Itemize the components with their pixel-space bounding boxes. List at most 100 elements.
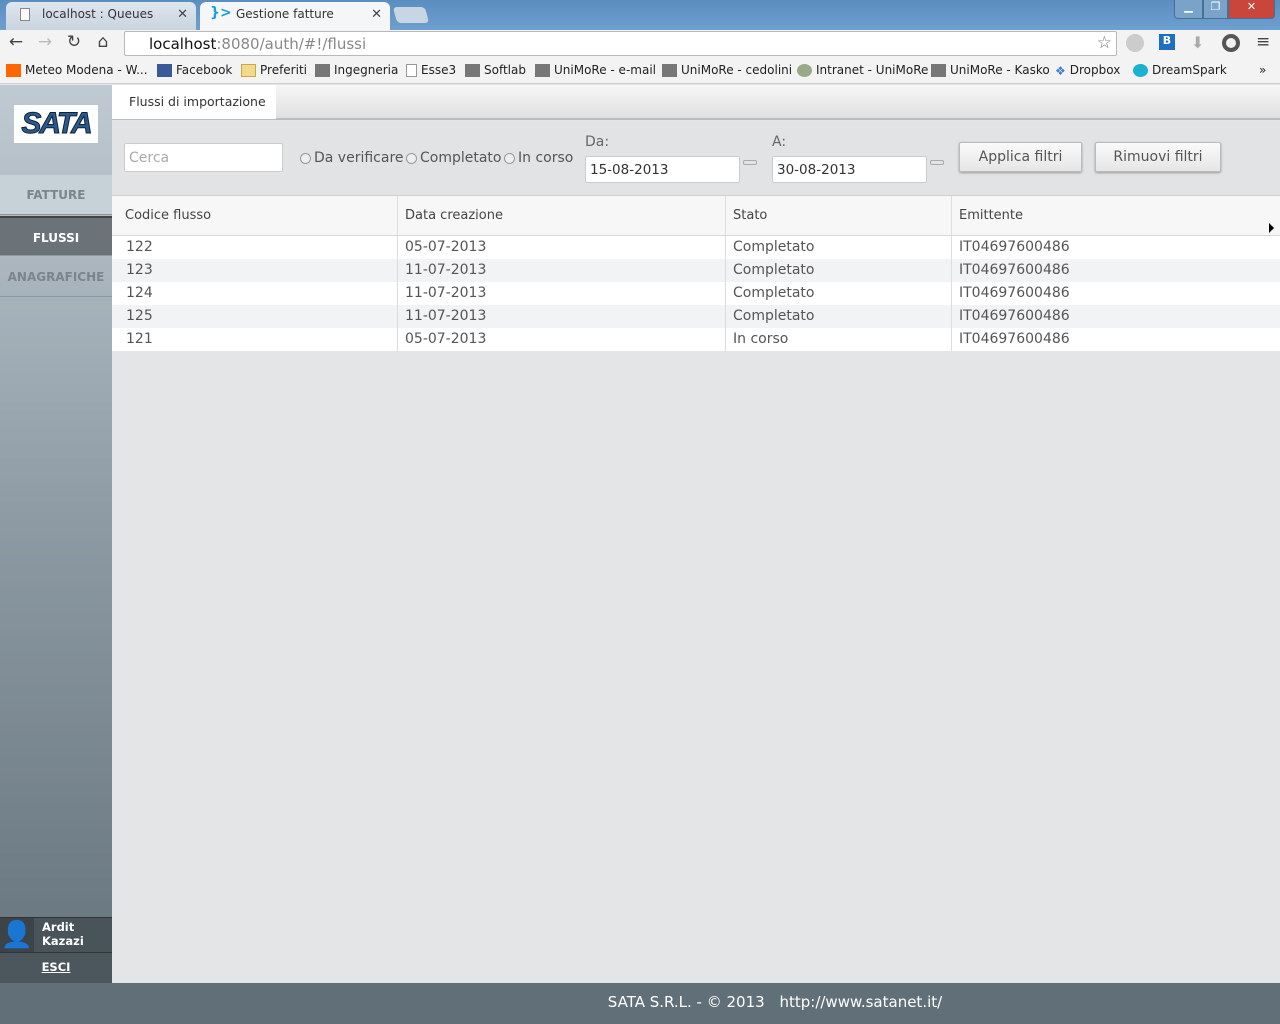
table-cell: Completato [726, 282, 952, 305]
remove-filters-button[interactable]: Rimuovi filtri [1095, 142, 1221, 172]
more-icon [535, 63, 550, 77]
column-header[interactable]: Stato [726, 196, 952, 235]
close-window-icon[interactable]: ✕ [1228, 0, 1275, 19]
sidebar: SATA FATTURE FLUSSI ANAGRAFICHE 👤 Ardit … [0, 85, 112, 983]
table-cell: 05-07-2013 [398, 328, 726, 351]
extension-circle-icon[interactable] [1222, 34, 1240, 52]
bookmark[interactable]: UniMoRe - cedolini [662, 63, 792, 77]
star-icon[interactable]: ☆ [1097, 33, 1112, 53]
reload-icon[interactable]: ↻ [63, 32, 85, 52]
radio-icon[interactable] [300, 152, 311, 164]
sidebar-item-anagrafiche[interactable]: ANAGRAFICHE [0, 257, 112, 297]
user-first-name: Ardit [42, 920, 75, 934]
bookmark[interactable]: ❖ Dropbox [1055, 63, 1120, 78]
logout-link[interactable]: ESCI [0, 952, 112, 983]
forward-icon[interactable]: → [34, 32, 56, 52]
column-header[interactable]: Emittente [952, 196, 1280, 235]
sidebar-item-fatture[interactable]: FATTURE [0, 175, 112, 215]
dreamspark-icon [1133, 63, 1148, 77]
browser-tab-gestione[interactable]: }> Gestione fatture ✕ [200, 2, 390, 30]
filter-bar: Da verificare Completato In corso Da: A:… [112, 121, 1280, 196]
page-icon [20, 8, 30, 21]
browser-tabbar: localhost : Queues ✕ }> Gestione fatture ✕ … [0, 0, 1280, 30]
more-icon [465, 63, 480, 77]
sata-logo: SATA [14, 105, 98, 143]
more-icon [315, 63, 330, 77]
table-cell: IT04697600486 [959, 239, 1070, 255]
apply-filters-button[interactable]: Applica filtri [959, 142, 1082, 172]
bookmark[interactable]: UniMoRe - Kasko [931, 63, 1050, 77]
content-tabs: Flussi di importazione [112, 85, 1280, 120]
radio-completato[interactable]: Completato [406, 150, 502, 166]
bookmark[interactable]: Preferiti [241, 63, 307, 77]
calendar-icon[interactable] [930, 160, 944, 165]
radio-in-corso[interactable]: In corso [504, 150, 573, 166]
bookmarks-bar: Meteo Modena - W... Facebook Preferiti I… [0, 57, 1280, 84]
avatar-icon: 👤 [0, 918, 34, 952]
copyright: SATA S.R.L. - © 2013 [607, 993, 765, 1011]
column-header[interactable]: Data creazione [398, 196, 726, 235]
table-cell: Completato [726, 259, 952, 282]
table-cell: 123 [112, 259, 398, 282]
user-panel: 👤 Ardit Kazazi [0, 917, 112, 952]
app-favicon-icon: }> [210, 5, 232, 21]
bookmark[interactable]: Softlab [465, 63, 526, 77]
new-tab-button[interactable] [392, 7, 430, 23]
minimize-icon[interactable]: ▁ [1174, 0, 1203, 19]
bookmark[interactable]: Meteo Modena - W... [6, 63, 148, 77]
from-date-input[interactable] [585, 156, 740, 183]
bookmark[interactable]: UniMoRe - e-mail [535, 63, 656, 77]
globe-icon[interactable] [1126, 34, 1144, 52]
back-icon[interactable]: ← [5, 32, 27, 52]
browser-toolbar: ← → ↻ ⌂ localhost:8080/auth/#!/flussi ☆ B… [0, 30, 1280, 57]
user-last-name: Kazazi [42, 934, 84, 948]
browser-tab-queues[interactable]: localhost : Queues ✕ [6, 2, 196, 30]
close-tab-icon[interactable]: ✕ [177, 7, 188, 22]
bookmark[interactable]: Intranet - UniMoRe [797, 63, 928, 77]
bookmark[interactable]: DreamSpark [1133, 63, 1227, 77]
page-icon [406, 63, 417, 77]
radio-icon[interactable] [406, 152, 417, 164]
folder-icon [241, 63, 256, 77]
bookmark[interactable]: Facebook [157, 63, 232, 77]
footer: SATA S.R.L. - © 2013 http://www.satanet.… [0, 983, 1280, 1024]
to-label: A: [772, 134, 787, 150]
calendar-icon[interactable] [743, 160, 757, 165]
extension-b-icon[interactable]: B [1159, 34, 1175, 50]
search-input[interactable] [124, 143, 283, 172]
radio-icon[interactable] [504, 152, 515, 164]
more-icon [662, 63, 677, 77]
bookmark[interactable]: Ingegneria [315, 63, 398, 77]
sidebar-item-flussi[interactable]: FLUSSI [0, 216, 112, 256]
table-row[interactable]: 121 05-07-2013 In corso IT04697600486 [112, 328, 1280, 351]
table-row[interactable]: 123 11-07-2013 Completato IT04697600486 [112, 259, 1280, 282]
table-cell: 124 [112, 282, 398, 305]
column-header[interactable]: Codice flusso [112, 196, 398, 235]
table-row[interactable]: 125 11-07-2013 Completato IT04697600486 [112, 305, 1280, 328]
table-row[interactable]: 124 11-07-2013 Completato IT04697600486 [112, 282, 1280, 305]
dropbox-icon: ❖ [1055, 63, 1066, 78]
download-icon[interactable]: ⬇ [1191, 33, 1204, 52]
menu-icon[interactable]: ≡ [1256, 32, 1270, 52]
tab-flussi-importazione[interactable]: Flussi di importazione [112, 85, 276, 119]
table-cell: Completato [726, 305, 952, 328]
radio-da-verificare[interactable]: Da verificare [300, 150, 404, 166]
table-cell: 11-07-2013 [398, 259, 726, 282]
table-cell: IT04697600486 [959, 308, 1070, 324]
column-menu-arrow-icon[interactable] [1269, 223, 1274, 233]
to-date-input[interactable] [772, 156, 927, 183]
more-bookmarks-button[interactable]: » [1259, 63, 1266, 77]
bookmark[interactable]: Esse3 [406, 63, 456, 77]
company-link[interactable]: http://www.satanet.it/ [779, 993, 942, 1011]
home-icon[interactable]: ⌂ [92, 32, 114, 52]
table-cell: IT04697600486 [959, 285, 1070, 301]
from-label: Da: [585, 134, 610, 150]
address-bar[interactable]: localhost:8080/auth/#!/flussi ☆ [124, 31, 1117, 56]
close-tab-icon[interactable]: ✕ [371, 7, 382, 22]
maximize-icon[interactable]: ❐ [1203, 0, 1228, 19]
table-cell: 122 [112, 236, 398, 259]
table-cell: 11-07-2013 [398, 282, 726, 305]
table-cell: Completato [726, 236, 952, 259]
table-row[interactable]: 122 05-07-2013 Completato IT04697600486 [112, 236, 1280, 259]
meteo-icon [6, 63, 21, 77]
